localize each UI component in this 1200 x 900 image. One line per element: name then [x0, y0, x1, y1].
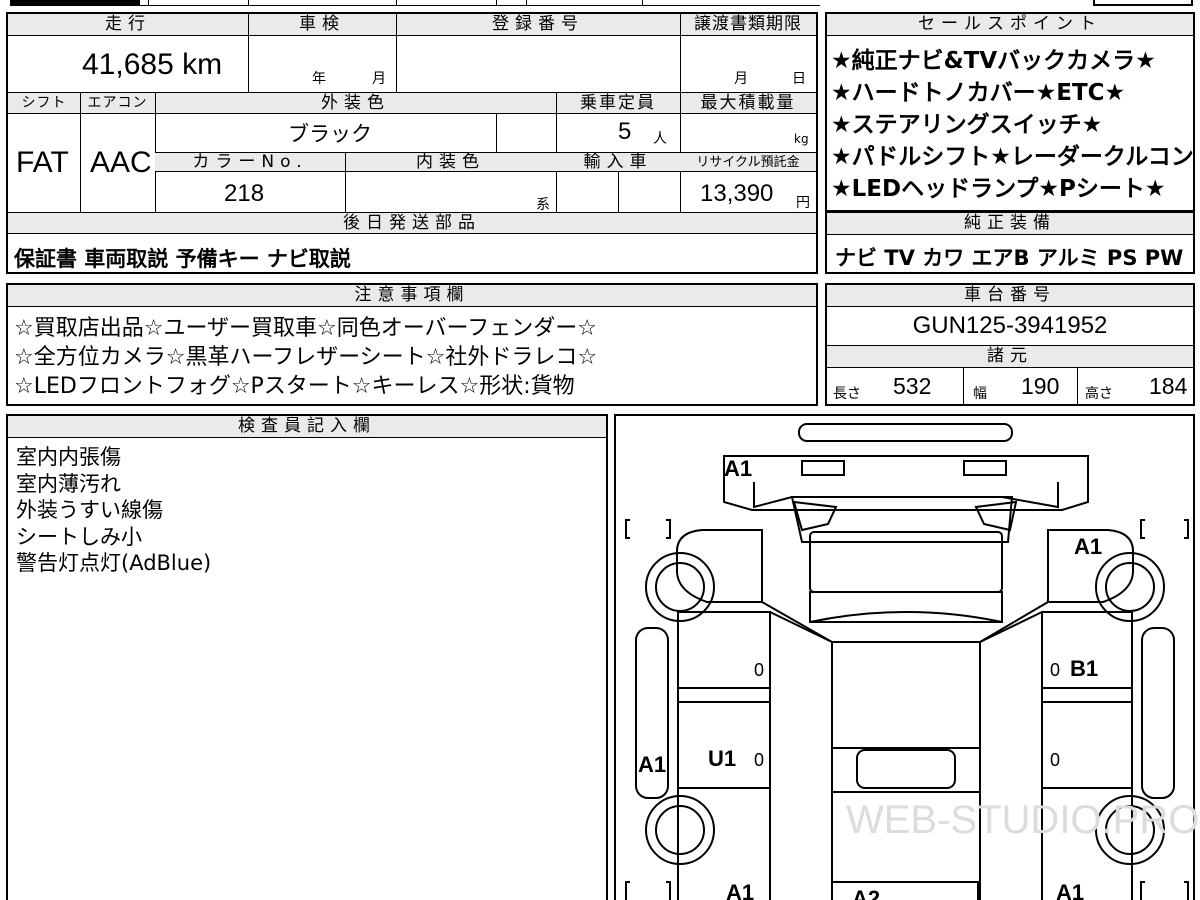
notes-box: 注意事項欄 ☆買取店出品☆ユーザー買取車☆同色オーバーフェンダー☆ ☆全方位カメ… — [6, 283, 818, 406]
equipment-header: 純正装備 — [827, 213, 1193, 235]
mileage-value: 41,685 km — [82, 48, 223, 81]
recycle-value: 13,390 — [700, 180, 774, 207]
top-strip-line — [140, 5, 820, 6]
sales-point-line: ★ハードトノカバー★ETC★ — [831, 80, 1126, 106]
inspector-line: シートしみ小 — [16, 524, 142, 549]
sunroof — [856, 749, 956, 789]
color-no-value: 218 — [224, 180, 265, 207]
notes-list: ☆買取店出品☆ユーザー買取車☆同色オーバーフェンダー☆ ☆全方位カメラ☆黒革ハー… — [14, 314, 597, 401]
inspector-line: 警告灯点灯(AdBlue) — [16, 551, 212, 575]
sales-point-line: ★パドルシフト★レーダークルコン — [831, 144, 1194, 170]
equipment-box: 純正装備 ナビ TV カワ エアB アルミ PS PW — [825, 212, 1195, 274]
zero-marker: 0 — [754, 750, 765, 770]
deadline-month: 月 — [734, 71, 748, 87]
mark-left-rocker: A1 — [638, 752, 667, 777]
ac-value: AAC — [90, 146, 152, 179]
sales-point-line: ★ステアリングスイッチ★ — [831, 112, 1103, 138]
recycle-unit: 円 — [796, 195, 810, 211]
ext-color-value: ブラック — [288, 122, 372, 146]
zero-marker: 0 — [1050, 660, 1061, 680]
later-parts-header: 後日発送部品 — [8, 213, 816, 234]
mark-rear-bumper: A1 — [724, 456, 753, 481]
recycle-header: リサイクル預託金 — [680, 153, 816, 172]
import-header: 輸入車 — [556, 153, 680, 172]
right-rocker — [1141, 627, 1175, 799]
sales-point-line: ★純正ナビ&TVバックカメラ★ — [831, 48, 1156, 74]
tail-light-right — [963, 460, 1007, 476]
top-strip — [0, 0, 1200, 8]
rear-window — [790, 496, 1014, 543]
mark-left-rear-door: U1 — [708, 746, 737, 771]
chassis-box: 車台番号 GUN125-3941952 諸元 長さ 532 幅 190 高さ 1… — [825, 283, 1195, 406]
sales-point-line: ★LEDヘッドランプ★Pシート★ — [831, 176, 1166, 202]
notes-header: 注意事項欄 — [8, 285, 816, 307]
height-label: 高さ — [1085, 386, 1113, 402]
ext-color-header: 外装色 — [155, 93, 556, 114]
zero-marker: 0 — [1050, 750, 1061, 770]
windshield — [832, 747, 980, 793]
mark-right-rear-door: B1 — [1070, 656, 1099, 681]
later-parts-value: 保証書 車両取説 予備キー ナビ取説 — [14, 247, 351, 271]
mileage-header: 走行 — [8, 14, 248, 36]
registration-header: 登録番号 — [396, 14, 680, 36]
inspection-month: 月 — [372, 71, 386, 87]
sales-points-header: セールスポイント — [827, 14, 1193, 36]
zero-marker: 0 — [754, 660, 765, 680]
color-no-header: カラーNo. — [155, 153, 345, 172]
shift-value: FAT — [16, 146, 69, 179]
capacity-unit: 人 — [653, 131, 667, 147]
length-value: 532 — [893, 373, 932, 399]
width-value: 190 — [1021, 373, 1060, 399]
roof-spoiler — [798, 423, 1013, 442]
int-color-header: 内装色 — [345, 153, 556, 172]
tail-light-left — [801, 460, 845, 476]
inspector-box: 検査員記入欄 室内内張傷 室内薄汚れ 外装うすい線傷 シートしみ小 警告灯点灯(… — [6, 414, 608, 900]
shift-header: シフト — [8, 93, 80, 114]
dims-header: 諸元 — [827, 346, 1193, 368]
inspector-line: 室内薄汚れ — [16, 471, 121, 496]
inspector-header: 検査員記入欄 — [8, 416, 606, 438]
int-color-suffix: 系 — [536, 197, 550, 213]
mark-left-front-fender: A1 — [726, 880, 755, 900]
note-line: ☆全方位カメラ☆黒革ハーフレザーシート☆社外ドラレコ☆ — [14, 345, 598, 370]
height-value: 184 — [1149, 373, 1188, 399]
sales-points-box: セールスポイント ★純正ナビ&TVバックカメラ★ ★ハードトノカバー★ETC★ … — [825, 12, 1195, 212]
chassis-value: GUN125-3941952 — [912, 312, 1108, 339]
top-right-box — [1093, 0, 1193, 6]
equipment-value: ナビ TV カワ エアB アルミ PS PW — [835, 246, 1184, 270]
width-label: 幅 — [973, 386, 987, 402]
spec-grid: 走行 車検 登録番号 譲渡書類期限 41,685 km 年 月 月 日 シフト … — [6, 12, 818, 274]
mark-right-front-fender: A1 — [1056, 880, 1085, 900]
mark-right-rear-fender: A1 — [1074, 534, 1103, 559]
length-label: 長さ — [833, 386, 861, 402]
cabin-roof — [769, 611, 1043, 900]
deadline-day: 日 — [792, 71, 806, 87]
inspector-line: 外装うすい線傷 — [16, 498, 163, 522]
ac-header: エアコン — [80, 93, 155, 114]
inspector-list: 室内内張傷 室内薄汚れ 外装うすい線傷 シートしみ小 警告灯点灯(AdBlue) — [16, 444, 211, 577]
capacity-value: 5 — [618, 118, 632, 145]
inspection-year: 年 — [312, 71, 326, 87]
inspection-header: 車検 — [248, 14, 396, 36]
chassis-header: 車台番号 — [827, 285, 1193, 307]
sales-points-list: ★純正ナビ&TVバックカメラ★ ★ハードトノカバー★ETC★ ★ステアリングスイ… — [831, 45, 1194, 205]
mark-hood: A2 — [852, 886, 881, 900]
note-line: ☆買取店出品☆ユーザー買取車☆同色オーバーフェンダー☆ — [14, 316, 597, 341]
max-load-header: 最大積載量 — [680, 93, 816, 114]
inspector-line: 室内内張傷 — [16, 445, 121, 469]
top-black-tab — [10, 0, 140, 6]
deadline-header: 譲渡書類期限 — [680, 14, 816, 36]
watermark: WEB-STUDIO.PRO — [846, 798, 1200, 842]
note-line: ☆LEDフロントフォグ☆Pスタート☆キーレス☆形状:貨物 — [14, 374, 575, 399]
max-load-unit: kg — [794, 132, 809, 146]
capacity-header: 乗車定員 — [556, 93, 680, 114]
vehicle-diagram-box: WEB-STUDIO.PRO A1 A1 B1 U1 A1 A1 A1 A2 0… — [614, 414, 1199, 900]
